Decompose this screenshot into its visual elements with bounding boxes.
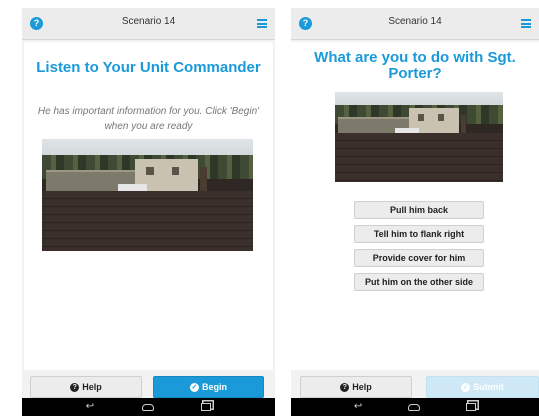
- scenario-photo: [42, 139, 253, 251]
- question-circle-icon: ?: [70, 382, 80, 392]
- action-footer: ? Help ✓ Submit: [291, 370, 539, 398]
- scenario-photo: [335, 92, 503, 182]
- answer-choices: Pull him back Tell him to flank right Pr…: [354, 201, 484, 291]
- screen-question: ? Scenario 14 What are you to do with Sg…: [291, 0, 539, 416]
- submit-button[interactable]: ✓ Submit: [426, 376, 539, 398]
- screen-title: Scenario 14: [121, 16, 176, 27]
- choice-provide-cover-button[interactable]: Provide cover for him: [354, 249, 484, 267]
- home-icon[interactable]: [408, 403, 421, 411]
- back-arrow-icon[interactable]: ↩: [86, 402, 94, 412]
- choice-pull-back-button[interactable]: Pull him back: [354, 201, 484, 219]
- screen-title: Scenario 14: [388, 16, 442, 27]
- help-button-label: Help: [352, 382, 372, 392]
- content-card: Listen to Your Unit Commander He has imp…: [24, 42, 273, 370]
- begin-button-label: Begin: [201, 382, 227, 392]
- app-title-bar: ? Scenario 14: [291, 8, 539, 40]
- question-title: What are you to do with Sgt. Porter?: [314, 49, 516, 82]
- hamburger-menu-icon[interactable]: [257, 19, 267, 28]
- check-circle-icon: ✓: [461, 382, 471, 392]
- help-button[interactable]: ? Help: [30, 376, 142, 398]
- content-card: What are you to do with Sgt. Porter? Pul…: [291, 42, 539, 370]
- home-icon[interactable]: [141, 403, 154, 411]
- status-bar: [291, 0, 539, 8]
- help-button-label: Help: [82, 382, 102, 392]
- back-arrow-icon[interactable]: ↩: [354, 402, 362, 412]
- status-bar: [22, 0, 275, 8]
- screen-intro: ? Scenario 14 Listen to Your Unit Comman…: [22, 0, 275, 416]
- app-title-bar: ? Scenario 14: [22, 8, 275, 40]
- recent-apps-icon[interactable]: [466, 403, 477, 411]
- help-button[interactable]: ? Help: [300, 376, 412, 398]
- android-nav-bar: ↩: [291, 398, 539, 416]
- hamburger-menu-icon[interactable]: [521, 19, 531, 28]
- submit-button-label: Submit: [473, 382, 504, 392]
- choice-flank-right-button[interactable]: Tell him to flank right: [354, 225, 484, 243]
- page-title: Listen to Your Unit Commander: [36, 59, 261, 76]
- begin-button[interactable]: ✓ Begin: [153, 376, 264, 398]
- android-nav-bar: ↩: [22, 398, 275, 416]
- choice-other-side-button[interactable]: Put him on the other side: [354, 273, 484, 291]
- action-footer: ? Help ✓ Begin: [22, 370, 275, 398]
- question-circle-icon: ?: [340, 382, 350, 392]
- instructions-text: He has important information for you. Cl…: [37, 106, 260, 132]
- recent-apps-icon[interactable]: [201, 403, 212, 411]
- check-circle-icon: ✓: [189, 382, 199, 392]
